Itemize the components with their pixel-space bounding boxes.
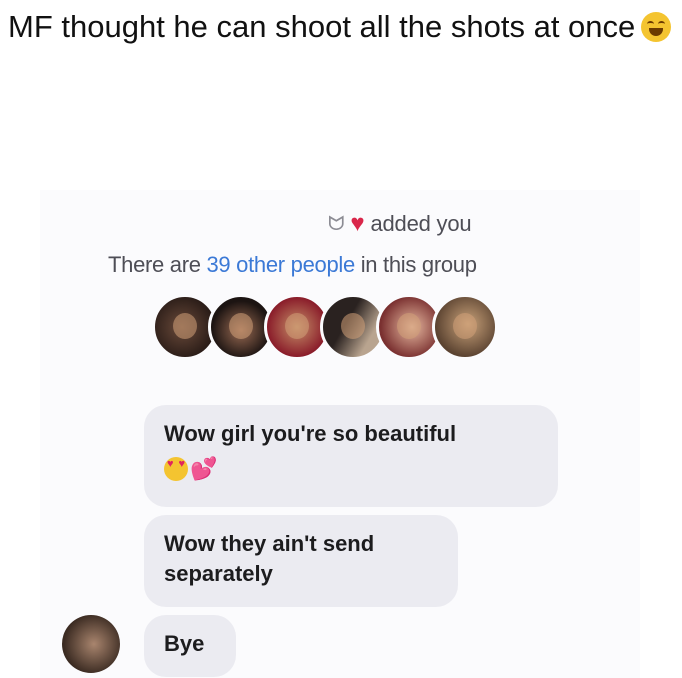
bunny-icon: ᗢ	[328, 212, 345, 235]
emoji-row: 💕	[164, 457, 538, 481]
added-you-text: added you	[370, 211, 472, 236]
heart-eyes-icon	[164, 457, 188, 481]
avatar[interactable]	[432, 294, 498, 360]
other-people-link[interactable]: 39 other people	[207, 252, 356, 277]
message-bubble[interactable]: Wow they ain't send separately	[144, 515, 458, 607]
chat-screenshot: ᗢ ♥ added you There are 39 other people …	[40, 190, 640, 678]
two-hearts-icon: 💕	[190, 456, 218, 481]
count-suffix: in this group	[354, 252, 477, 277]
message-bubble[interactable]: Bye	[144, 615, 236, 677]
message-text: Wow they ain't send separately	[164, 531, 375, 586]
heart-icon: ♥	[350, 210, 365, 237]
count-prefix: There are	[108, 252, 207, 277]
message-text: Wow girl you're so beautiful	[164, 421, 457, 446]
rolling-on-floor-laughing-icon	[641, 12, 672, 42]
added-you-notice: ᗢ ♥ added you	[328, 210, 472, 237]
message-text: Bye	[164, 631, 205, 656]
member-avatars	[152, 294, 498, 360]
group-member-count: There are 39 other people in this group	[108, 252, 477, 278]
caption-text: MF thought he can shoot all the shots at…	[8, 9, 636, 44]
meme-caption: MF thought he can shoot all the shots at…	[8, 2, 678, 52]
message-bubble[interactable]: Wow girl you're so beautiful 💕	[144, 405, 558, 507]
sender-avatar[interactable]	[62, 615, 120, 673]
